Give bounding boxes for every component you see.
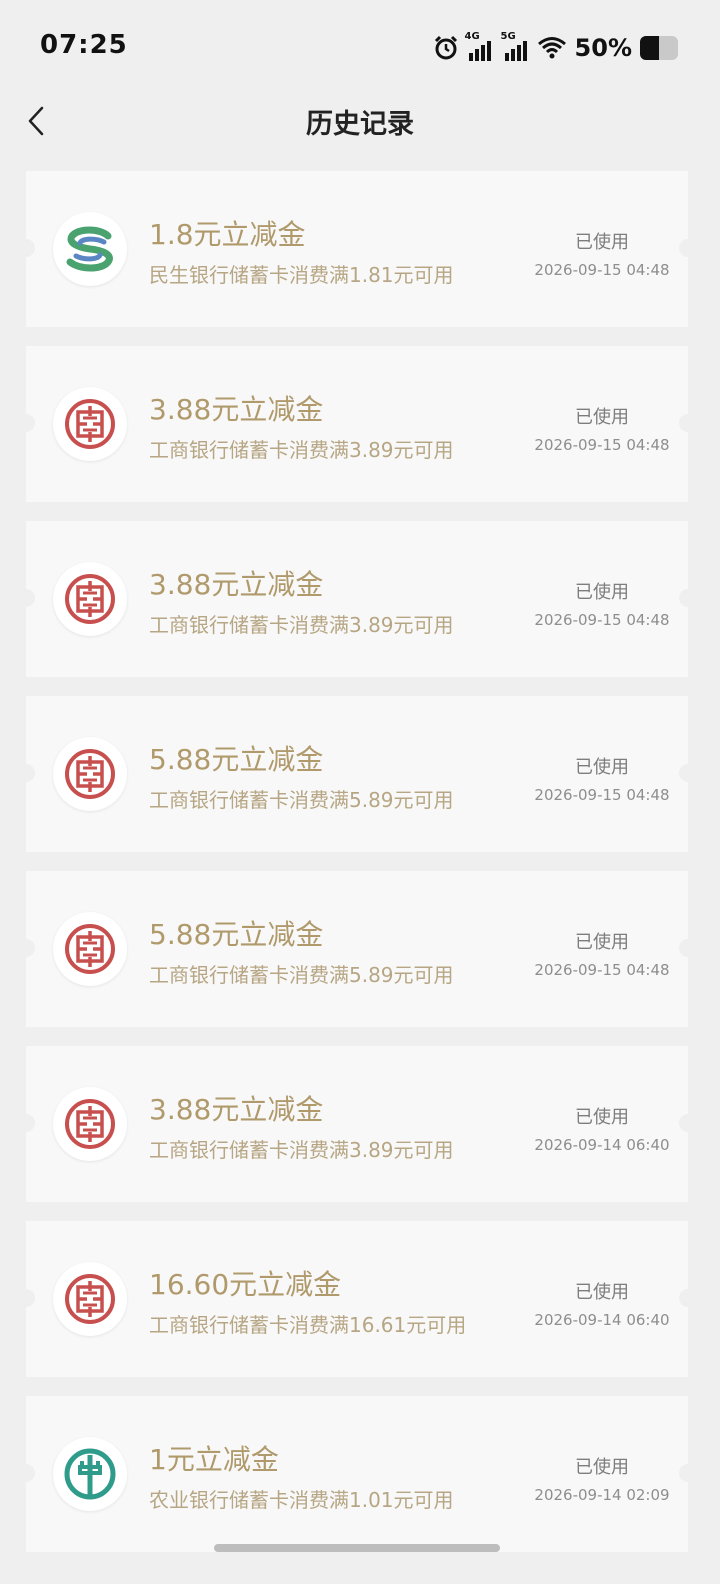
minsheng-bank-logo-icon	[53, 212, 127, 286]
coupon-condition: 农业银行储蓄卡消费满1.01元可用	[149, 1488, 454, 1512]
coupon-status: 已使用 2026-09-15 04:48	[512, 578, 698, 629]
coupon-status: 已使用 2026-09-15 04:48	[512, 228, 698, 279]
used-timestamp: 2026-09-15 04:48	[534, 961, 670, 979]
record-card[interactable]: 1.8元立减金 民生银行储蓄卡消费满1.81元可用 已使用 2026-09-15…	[17, 171, 697, 327]
record-card[interactable]: 5.88元立减金 工商银行储蓄卡消费满5.89元可用 已使用 2026-09-1…	[17, 871, 697, 1027]
used-timestamp: 2026-09-15 04:48	[534, 611, 670, 629]
ticket-notch	[17, 1464, 35, 1482]
ticket-notch	[17, 414, 35, 432]
coupon-status: 已使用 2026-09-15 04:48	[512, 753, 698, 804]
coupon-condition: 工商银行储蓄卡消费满3.89元可用	[149, 613, 454, 637]
status-label: 已使用	[575, 1457, 629, 1478]
coupon-condition: 工商银行储蓄卡消费满16.61元可用	[149, 1313, 467, 1337]
status-label: 已使用	[575, 407, 629, 428]
used-timestamp: 2026-09-14 06:40	[534, 1136, 670, 1154]
coupon-amount: 1元立减金	[149, 1443, 279, 1476]
record-card[interactable]: 16.60元立减金 工商银行储蓄卡消费满16.61元可用 已使用 2026-09…	[17, 1221, 697, 1377]
record-card[interactable]: 3.88元立减金 工商银行储蓄卡消费满3.89元可用 已使用 2026-09-1…	[17, 521, 697, 677]
coupon-amount: 1.8元立减金	[149, 218, 306, 251]
coupon-status: 已使用 2026-09-14 06:40	[512, 1103, 698, 1154]
cellular-signal-icon-2: 5G	[500, 31, 531, 63]
coupon-condition: 民生银行储蓄卡消费满1.81元可用	[149, 263, 454, 287]
coupon-status: 已使用 2026-09-15 04:48	[512, 928, 698, 979]
record-card[interactable]: 3.88元立减金 工商银行储蓄卡消费满3.89元可用 已使用 2026-09-1…	[17, 1046, 697, 1202]
coupon-status: 已使用 2026-09-14 02:09	[512, 1453, 698, 1504]
battery-icon	[640, 36, 678, 60]
used-timestamp: 2026-09-15 04:48	[534, 261, 670, 279]
network-type-1: 4G	[464, 31, 480, 42]
icbc-logo-icon	[53, 1087, 127, 1161]
record-card[interactable]: 5.88元立减金 工商银行储蓄卡消费满5.89元可用 已使用 2026-09-1…	[17, 696, 697, 852]
record-card[interactable]: 3.88元立减金 工商银行储蓄卡消费满3.89元可用 已使用 2026-09-1…	[17, 346, 697, 502]
coupon-condition: 工商银行储蓄卡消费满5.89元可用	[149, 788, 454, 812]
coupon-amount: 3.88元立减金	[149, 568, 324, 601]
used-timestamp: 2026-09-15 04:48	[534, 436, 670, 454]
status-label: 已使用	[575, 582, 629, 603]
abc-bank-logo-icon	[53, 1437, 127, 1511]
status-label: 已使用	[575, 1107, 629, 1128]
coupon-amount: 5.88元立减金	[149, 743, 324, 776]
coupon-status: 已使用 2026-09-14 06:40	[512, 1278, 698, 1329]
battery-percent: 50%	[574, 34, 632, 62]
coupon-status: 已使用 2026-09-15 04:48	[512, 403, 698, 454]
wifi-icon	[537, 37, 566, 59]
coupon-amount: 3.88元立减金	[149, 393, 324, 426]
status-icons: 4G 5G 50%	[427, 31, 678, 64]
ticket-notch	[17, 764, 35, 782]
coupon-amount: 16.60元立减金	[149, 1268, 342, 1301]
status-label: 已使用	[575, 232, 629, 253]
status-label: 已使用	[575, 757, 629, 778]
status-label: 已使用	[575, 1282, 629, 1303]
icbc-logo-icon	[53, 387, 127, 461]
used-timestamp: 2026-09-15 04:48	[534, 786, 670, 804]
alarm-icon	[434, 35, 457, 60]
coupon-condition: 工商银行储蓄卡消费满3.89元可用	[149, 1138, 454, 1162]
home-indicator[interactable]	[214, 1544, 500, 1552]
coupon-amount: 5.88元立减金	[149, 918, 324, 951]
ticket-notch	[17, 589, 35, 607]
ticket-notch	[17, 1114, 35, 1132]
page-title: 历史记录	[306, 109, 414, 140]
coupon-condition: 工商银行储蓄卡消费满5.89元可用	[149, 963, 454, 987]
icbc-logo-icon	[53, 562, 127, 636]
used-timestamp: 2026-09-14 06:40	[534, 1311, 670, 1329]
ticket-notch	[17, 239, 35, 257]
coupon-condition: 工商银行储蓄卡消费满3.89元可用	[149, 438, 454, 462]
status-time: 07:25	[40, 30, 128, 60]
icbc-logo-icon	[53, 737, 127, 811]
nav-bar: 历史记录	[0, 96, 720, 168]
ticket-notch	[17, 939, 35, 957]
history-record-list: 1.8元立减金 民生银行储蓄卡消费满1.81元可用 已使用 2026-09-15…	[17, 171, 697, 1571]
status-bar: 07:25 4G 5G 50%	[0, 0, 720, 96]
record-card[interactable]: 1元立减金 农业银行储蓄卡消费满1.01元可用 已使用 2026-09-14 0…	[17, 1396, 697, 1552]
network-type-2: 5G	[500, 31, 516, 42]
icbc-logo-icon	[53, 912, 127, 986]
ticket-notch	[17, 1289, 35, 1307]
icbc-logo-icon	[53, 1262, 127, 1336]
coupon-amount: 3.88元立减金	[149, 1093, 324, 1126]
cellular-signal-icon: 4G	[464, 31, 495, 63]
status-label: 已使用	[575, 932, 629, 953]
used-timestamp: 2026-09-14 02:09	[534, 1486, 670, 1504]
